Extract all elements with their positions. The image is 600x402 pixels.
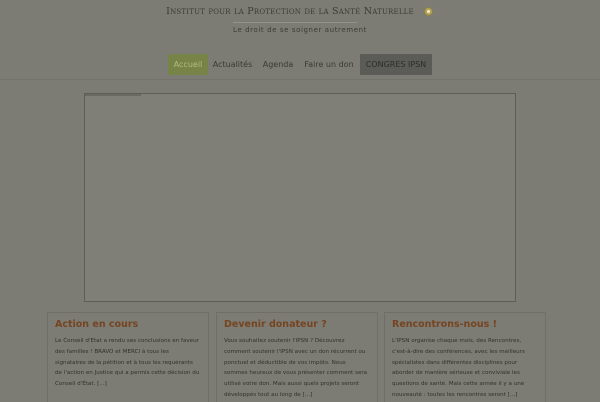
- column-title[interactable]: Devenir donateur ?: [224, 319, 370, 330]
- site-header: Institut pour la Protection de la Santé …: [0, 0, 600, 48]
- column-title[interactable]: Rencontrons-nous !: [392, 319, 538, 330]
- title-divider: [233, 22, 357, 23]
- nav-item-faire-un-don[interactable]: Faire un don: [300, 54, 358, 75]
- hero-slider[interactable]: [84, 93, 516, 302]
- column-action-en-cours: Action en cours Le Conseil d'Etat a rend…: [47, 312, 209, 402]
- column-text: Le Conseil d'Etat a rendu ses conclusion…: [55, 338, 200, 388]
- nav-item-actualites[interactable]: Actualités: [210, 54, 255, 75]
- nav-item-accueil[interactable]: Accueil: [168, 54, 208, 75]
- site-title[interactable]: Institut pour la Protection de la Santé …: [160, 6, 420, 17]
- site-tagline: Le droit de se soigner autrement: [233, 26, 367, 34]
- column-title[interactable]: Action en cours: [55, 319, 201, 330]
- seal-icon: [424, 7, 433, 16]
- column-rencontrons-nous: Rencontrons-nous ! L'IPSN organise chaqu…: [384, 312, 546, 402]
- nav-item-agenda[interactable]: Agenda: [258, 54, 298, 75]
- main-navigation: Accueil Actualités Agenda Faire un don C…: [0, 50, 600, 80]
- column-text: L'IPSN organise chaque mois, des Rencont…: [392, 338, 525, 398]
- column-devenir-donateur: Devenir donateur ? Vous souhaitez souten…: [216, 312, 378, 402]
- slider-progress: [85, 94, 141, 96]
- nav-item-congres-ipsn[interactable]: CONGRES IPSN: [360, 54, 432, 75]
- column-text: Vous souhaitez soutenir l'IPSN ? Découvr…: [224, 338, 368, 398]
